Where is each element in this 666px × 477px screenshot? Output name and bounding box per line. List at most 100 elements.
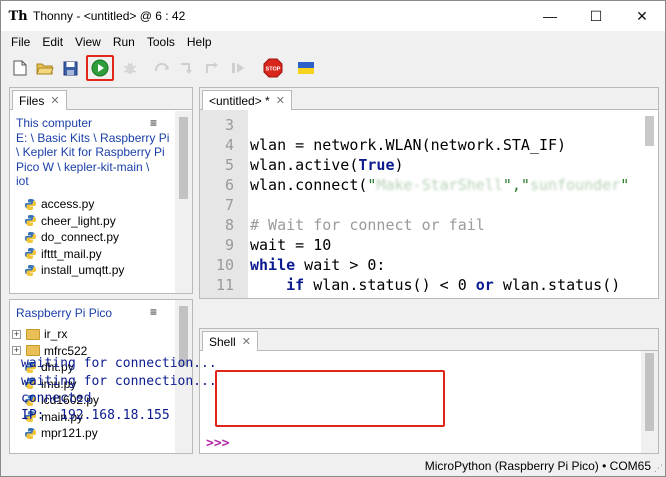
step-into-icon: [177, 57, 199, 79]
path-line-2[interactable]: \ Kepler Kit for Raspberry Pi: [16, 145, 169, 160]
code-token: wlan = network.WLAN(network.STA_IF): [250, 136, 567, 154]
python-file-icon: [25, 427, 36, 439]
line-text: wlan.connect(" Make-StarShell","sunfounde…: [250, 176, 629, 194]
code-token: wait = 10: [250, 236, 332, 254]
line-text: wait = 10: [250, 236, 331, 254]
code-token: Make-StarShell: [376, 176, 503, 194]
code-token: # Wait for connect or fail: [250, 216, 485, 234]
close-icon[interactable]: ✕: [242, 335, 251, 348]
run-icon[interactable]: [89, 57, 111, 79]
list-item[interactable]: cheer_light.py: [24, 213, 124, 230]
close-icon[interactable]: ✕: [50, 94, 59, 107]
run-button-highlight: [86, 55, 114, 81]
resize-grip-icon[interactable]: ⋰: [654, 463, 663, 474]
list-item[interactable]: mpr121.py: [12, 425, 99, 442]
python-file-icon: [25, 198, 36, 210]
file-name: mpr121.py: [41, 426, 98, 441]
code-token: True: [358, 156, 395, 174]
tab-files-label: Files: [19, 94, 45, 108]
editor-scrollbar[interactable]: [641, 110, 658, 298]
computer-path-breadcrumb[interactable]: This computer E: \ Basic Kits \ Raspberr…: [16, 116, 169, 189]
file-name: access.py: [41, 197, 95, 212]
new-file-icon[interactable]: [9, 57, 31, 79]
folder-item[interactable]: + ir_rx: [12, 326, 99, 343]
code-token: wlan.status(): [493, 276, 621, 294]
code-editor[interactable]: 3 4 wlan = network.WLAN(network.STA_IF) 5 wl…: [200, 110, 641, 298]
resume-icon: [227, 57, 249, 79]
file-name: cheer_light.py: [41, 213, 116, 228]
code-token: ): [394, 156, 404, 174]
thonny-window: Th Thonny - <untitled> @ 6 : 42 — ☐ ✕ Fi…: [0, 0, 666, 477]
shell-scrollbar[interactable]: [641, 351, 658, 453]
this-computer-label[interactable]: This computer: [16, 116, 169, 131]
editor-panel: <untitled> * ✕ 3 4 wlan = network.WLAN(net…: [199, 87, 659, 299]
pico-header[interactable]: Raspberry Pi Pico: [16, 306, 112, 321]
code-token: wlan.status() < 0: [304, 276, 476, 294]
expand-icon[interactable]: +: [12, 346, 21, 356]
expand-icon[interactable]: +: [12, 329, 21, 339]
code-token: or: [475, 276, 494, 294]
tab-files[interactable]: Files ✕: [12, 90, 67, 110]
line-number: 9: [224, 236, 234, 254]
interpreter-status[interactable]: MicroPython (Raspberry Pi Pico) • COM65: [425, 459, 651, 473]
line-number: 8: [224, 216, 234, 234]
tab-shell[interactable]: Shell ✕: [202, 331, 258, 351]
title-bar: Th Thonny - <untitled> @ 6 : 42 — ☐ ✕: [1, 1, 665, 31]
close-icon[interactable]: ✕: [276, 94, 285, 107]
code-token: while: [250, 256, 296, 274]
list-item[interactable]: do_connect.py: [24, 229, 124, 246]
line-text: if wlan.status() < 0 or wlan.status(): [250, 276, 620, 294]
shell-output-line: connected: [21, 391, 92, 406]
list-item[interactable]: access.py: [24, 196, 124, 213]
path-line-1[interactable]: E: \ Basic Kits \ Raspberry Pi: [16, 131, 169, 146]
scrollbar-thumb[interactable]: [645, 116, 654, 146]
minimize-button[interactable]: —: [527, 1, 573, 31]
toolbar: STOP: [1, 53, 665, 83]
python-file-icon: [25, 248, 36, 260]
menu-view[interactable]: View: [69, 35, 107, 49]
save-icon[interactable]: [59, 57, 81, 79]
code-token: ",": [502, 176, 530, 194]
step-over-icon: [152, 57, 174, 79]
files-scrollbar[interactable]: [175, 111, 192, 293]
line-number: 11: [215, 276, 234, 294]
menu-tools[interactable]: Tools: [141, 35, 181, 49]
path-line-3[interactable]: Pico W \ kepler-kit-main \: [16, 160, 169, 175]
shell-output-highlight: [215, 370, 445, 427]
files-panel: Files ✕ This computer E: \ Basic Kits \ …: [9, 87, 193, 294]
shell-output-line: waiting for connection...: [21, 356, 217, 371]
stop-label: STOP: [266, 67, 281, 73]
line-text: while wait > 0:: [250, 256, 385, 274]
line-number: 5: [224, 156, 234, 174]
shell-output-line: IP: 192.168.18.155: [21, 408, 170, 423]
file-name: install_umqtt.py: [41, 263, 125, 278]
list-item[interactable]: ifttt_mail.py: [24, 246, 124, 263]
stop-icon[interactable]: STOP: [262, 57, 284, 79]
folder-icon: [26, 328, 40, 340]
menu-icon[interactable]: ≡: [150, 116, 157, 130]
line-number: 3: [224, 116, 234, 134]
code-token: if: [286, 276, 305, 294]
shell-prompt[interactable]: >>>: [206, 436, 229, 451]
scrollbar-thumb[interactable]: [645, 353, 654, 431]
close-button[interactable]: ✕: [619, 1, 665, 31]
ukraine-flag-icon: [295, 57, 317, 79]
line-number: 7: [224, 196, 234, 214]
path-line-4[interactable]: iot: [16, 174, 169, 189]
code-token: wait > 0:: [295, 256, 386, 274]
menu-edit[interactable]: Edit: [36, 35, 69, 49]
computer-file-list: access.py cheer_light.py do_connect.py i…: [24, 196, 124, 279]
menu-file[interactable]: File: [5, 35, 36, 49]
status-bar: MicroPython (Raspberry Pi Pico) • COM65 …: [1, 456, 665, 476]
maximize-button[interactable]: ☐: [573, 1, 619, 31]
menu-help[interactable]: Help: [181, 35, 218, 49]
code-token: ": [620, 176, 630, 194]
tab-untitled[interactable]: <untitled> * ✕: [202, 90, 292, 110]
list-item[interactable]: install_umqtt.py: [24, 262, 124, 279]
open-file-icon[interactable]: [34, 57, 56, 79]
folder-icon: [26, 345, 40, 357]
menu-icon[interactable]: ≡: [150, 305, 157, 319]
scrollbar-thumb[interactable]: [179, 117, 188, 199]
menu-run[interactable]: Run: [107, 35, 141, 49]
